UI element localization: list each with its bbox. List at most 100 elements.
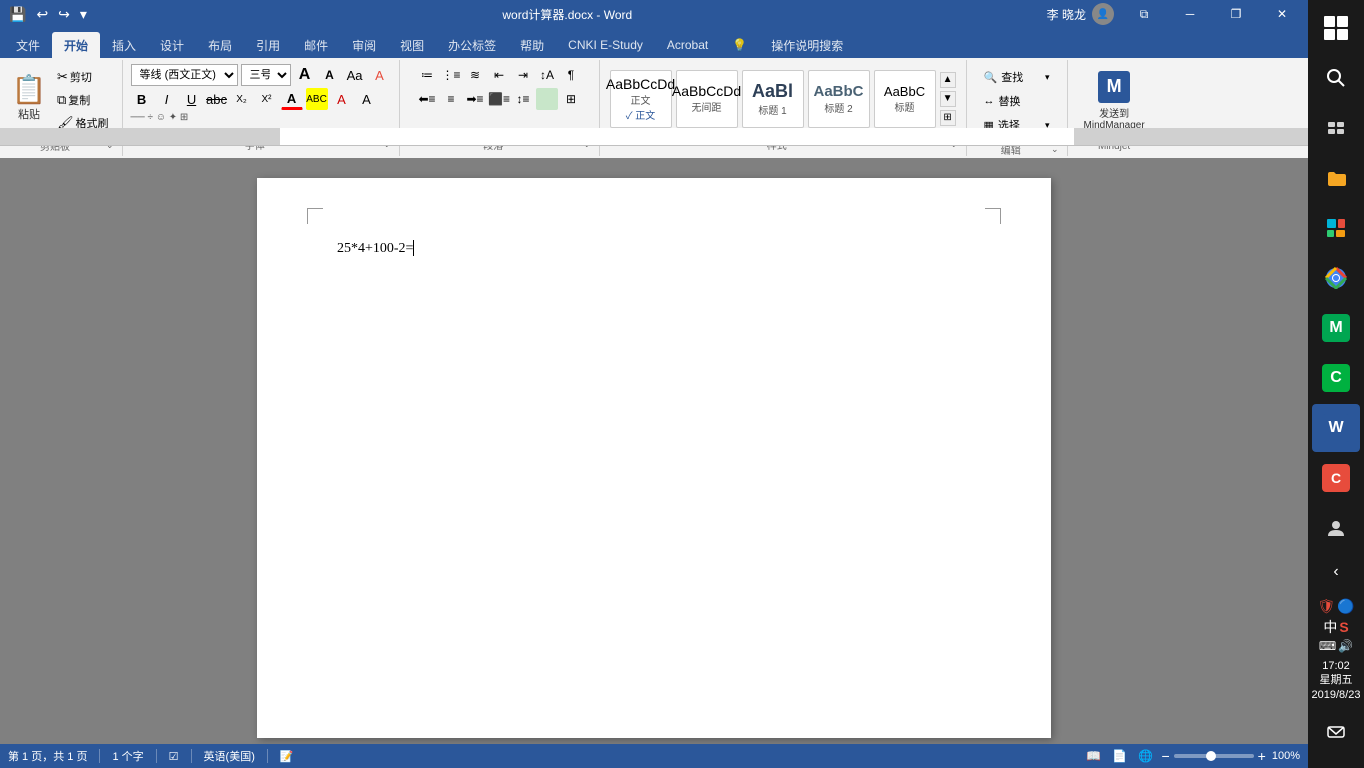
tab-acrobat[interactable]: Acrobat: [655, 32, 720, 58]
notification-button[interactable]: [1312, 708, 1360, 756]
task-view-button[interactable]: [1312, 104, 1360, 152]
send-to-mindmanager-button[interactable]: M 发送到MindManager: [1080, 67, 1149, 135]
zoom-percent-label[interactable]: 100%: [1272, 750, 1300, 762]
cut-button[interactable]: ✂ 剪切: [52, 66, 114, 88]
text-color-button[interactable]: A: [331, 88, 353, 110]
shading-button[interactable]: [536, 88, 558, 110]
tab-help[interactable]: 帮助: [508, 32, 556, 58]
strikethrough-button[interactable]: abc: [206, 88, 228, 110]
file-explorer-button[interactable]: [1312, 154, 1360, 202]
maximize-button[interactable]: ❐: [1214, 0, 1258, 28]
styles-scroll-down[interactable]: ▼: [940, 91, 956, 107]
tab-insert[interactable]: 插入: [100, 32, 148, 58]
tab-office-tab[interactable]: 办公标签: [436, 32, 508, 58]
align-left-button[interactable]: ⬅≡: [416, 88, 438, 110]
tab-review[interactable]: 审阅: [340, 32, 388, 58]
zoom-in-button[interactable]: +: [1258, 748, 1266, 764]
store-button[interactable]: [1312, 204, 1360, 252]
subscript-button[interactable]: X₂: [231, 88, 253, 110]
tab-home[interactable]: 开始: [52, 32, 100, 58]
web-layout-button[interactable]: 🌐: [1135, 746, 1155, 766]
tab-cnki[interactable]: CNKI E-Study: [556, 32, 655, 58]
char-shading-button[interactable]: A: [356, 88, 378, 110]
document-content[interactable]: 25*4+100-2=: [337, 238, 971, 260]
underline-button[interactable]: U: [181, 88, 203, 110]
redo-button[interactable]: ↪: [55, 4, 73, 25]
document-area[interactable]: 25*4+100-2=: [0, 158, 1308, 744]
justify-button[interactable]: ⬛≡: [488, 88, 510, 110]
camtasia-button[interactable]: C: [1312, 354, 1360, 402]
replace-button[interactable]: ↔ 替换: [977, 90, 1057, 112]
search-button[interactable]: [1312, 54, 1360, 102]
windows-start-button[interactable]: [1312, 4, 1360, 52]
styles-scroll-up[interactable]: ▲: [940, 72, 956, 88]
tab-layout[interactable]: 布局: [196, 32, 244, 58]
font-size-select[interactable]: 三号: [241, 64, 291, 86]
style-heading2-label: 标题 2: [824, 100, 852, 115]
style-title[interactable]: AaBbC 标题: [874, 70, 936, 128]
style-no-spacing[interactable]: AaBbCcDd 无间距: [676, 70, 738, 128]
copy-button[interactable]: ⧉ 复制: [52, 89, 114, 111]
quick-access-dropdown[interactable]: ▾: [77, 4, 90, 25]
input-method-icon[interactable]: S: [1339, 619, 1348, 635]
borders-button[interactable]: ⊞: [560, 88, 582, 110]
quick-access-toolbar: 💾 ↩ ↪ ▾: [0, 4, 96, 25]
save-button[interactable]: 💾: [6, 4, 29, 25]
word-button[interactable]: W: [1312, 404, 1360, 452]
page-corner-tl: [307, 208, 323, 224]
tab-references[interactable]: 引用: [244, 32, 292, 58]
print-layout-button[interactable]: 📄: [1109, 746, 1129, 766]
font-grow-button[interactable]: A: [294, 64, 316, 86]
zoom-thumb[interactable]: [1206, 751, 1216, 761]
superscript-button[interactable]: X²: [256, 88, 278, 110]
highlight-color-button[interactable]: ABC: [306, 88, 328, 110]
numbering-button[interactable]: ⋮≡: [440, 64, 462, 86]
style-heading1[interactable]: AaBl 标题 1: [742, 70, 804, 128]
tab-design[interactable]: 设计: [148, 32, 196, 58]
zoom-out-button[interactable]: −: [1161, 748, 1169, 764]
decrease-indent-button[interactable]: ⇤: [488, 64, 510, 86]
tab-mail[interactable]: 邮件: [292, 32, 340, 58]
font-color-button[interactable]: A: [281, 88, 303, 110]
show-marks-button[interactable]: ¶: [560, 64, 582, 86]
side-panel-toggle[interactable]: ‹: [1312, 548, 1360, 596]
style-normal[interactable]: AaBbCcDd 正文 ✓ 正文: [610, 70, 672, 128]
mindmanager-button[interactable]: M: [1312, 304, 1360, 352]
cut-icon: ✂: [57, 69, 68, 85]
user-avatar[interactable]: 👤: [1092, 3, 1114, 25]
style-heading2[interactable]: AaBbC 标题 2: [808, 70, 870, 128]
zoom-slider[interactable]: [1174, 754, 1254, 758]
undo-button[interactable]: ↩: [33, 4, 51, 25]
tab-search[interactable]: 操作说明搜索: [759, 32, 855, 58]
find-button[interactable]: 🔍 查找 ▾: [977, 66, 1057, 88]
increase-indent-button[interactable]: ⇥: [512, 64, 534, 86]
chrome-button[interactable]: [1312, 254, 1360, 302]
read-mode-button[interactable]: 📖: [1083, 746, 1103, 766]
tab-view[interactable]: 视图: [388, 32, 436, 58]
font-case-button[interactable]: Aa: [344, 64, 366, 86]
line-spacing-button[interactable]: ↕≡: [512, 88, 534, 110]
clear-format-button[interactable]: A: [369, 64, 391, 86]
multilevel-list-button[interactable]: ≋: [464, 64, 486, 86]
shield-icon: 🛡: [1317, 598, 1335, 615]
sort-button[interactable]: ↕A: [536, 64, 558, 86]
font-name-select[interactable]: 等线 (西文正文): [131, 64, 238, 86]
styles-expand[interactable]: ⊞: [940, 110, 956, 126]
page-count-label: 第 1 页，共 1 页: [8, 748, 87, 764]
align-right-button[interactable]: ➡≡: [464, 88, 486, 110]
tab-file[interactable]: 文件: [4, 32, 52, 58]
close-button[interactable]: ✕: [1260, 0, 1304, 28]
align-center-button[interactable]: ≡: [440, 88, 462, 110]
paste-button[interactable]: 📋 粘贴: [8, 64, 50, 130]
font-shrink-button[interactable]: A: [319, 64, 341, 86]
people-button[interactable]: [1314, 514, 1358, 542]
italic-button[interactable]: I: [156, 88, 178, 110]
camtasia2-button[interactable]: C: [1312, 454, 1360, 502]
bullets-button[interactable]: ≔: [416, 64, 438, 86]
restore-down-button[interactable]: ⧉: [1122, 0, 1166, 28]
bold-button[interactable]: B: [131, 88, 153, 110]
language-status[interactable]: 英语(美国): [204, 748, 255, 764]
language-tray-icon[interactable]: 中: [1323, 617, 1337, 637]
tab-lightbulb[interactable]: 💡: [720, 32, 759, 58]
minimize-button[interactable]: ─: [1168, 0, 1212, 28]
